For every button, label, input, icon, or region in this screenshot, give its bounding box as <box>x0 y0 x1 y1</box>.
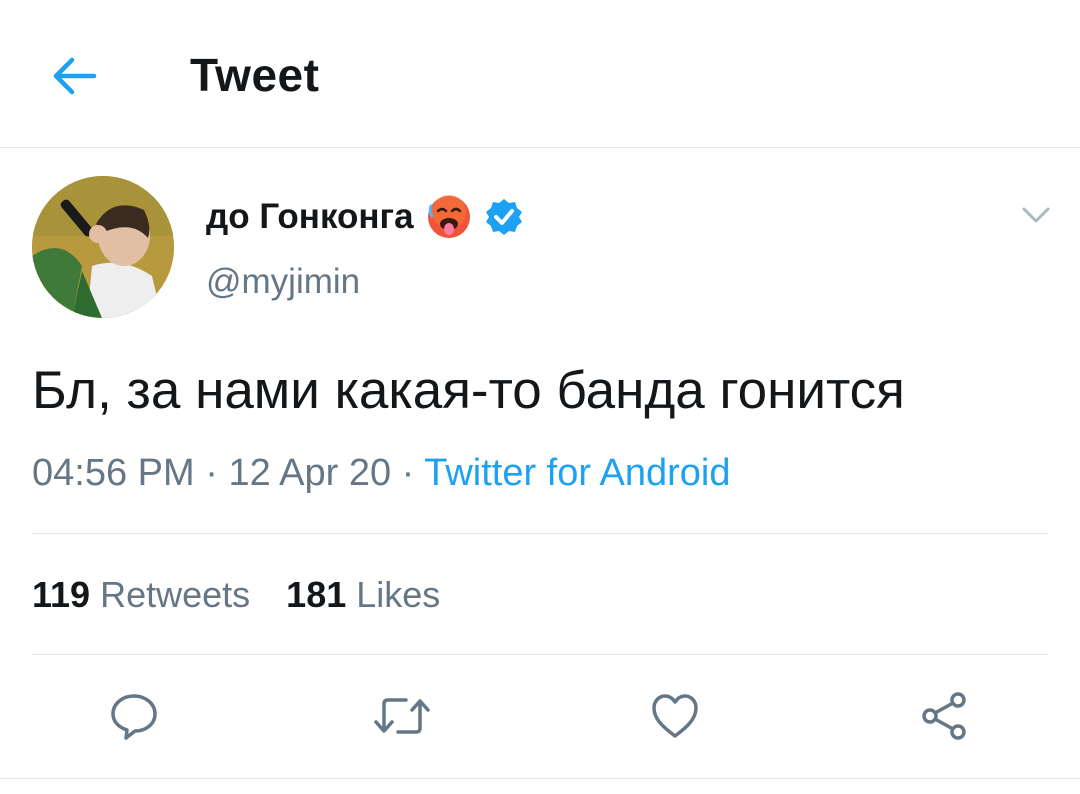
retweets-label: Retweets <box>100 574 251 615</box>
meta-separator: · <box>391 452 425 494</box>
likes-label: Likes <box>356 574 441 615</box>
tweet-text: Бл, за нами какая-то банда гонится <box>32 361 905 420</box>
divider <box>0 778 1080 779</box>
tweet-options-button[interactable] <box>1016 200 1056 230</box>
like-button[interactable] <box>645 686 705 746</box>
heart-icon <box>652 694 698 738</box>
meta-separator: · <box>194 452 229 494</box>
divider <box>32 654 1048 655</box>
likes-count: 181 <box>286 574 347 615</box>
tweet-time: 04:56 PM <box>32 452 195 494</box>
share-icon <box>922 692 966 740</box>
tweet-stats: 119 Retweets 181 Likes <box>32 574 440 616</box>
verified-badge-icon <box>485 199 522 235</box>
display-name-row: до Гонконга <box>206 192 524 242</box>
chevron-down-icon <box>1022 207 1050 223</box>
user-handle[interactable]: @myjimin <box>206 262 360 302</box>
arrow-left-icon <box>53 57 97 95</box>
retweets-count: 119 <box>32 574 91 615</box>
tweet-meta: 04:56 PM · 12 Apr 20 · Twitter for Andro… <box>32 452 730 495</box>
divider <box>32 533 1048 534</box>
avatar[interactable] <box>32 176 174 318</box>
avatar-image <box>32 176 174 318</box>
likes-stat[interactable]: 181 Likes <box>286 574 440 616</box>
back-button[interactable] <box>42 44 106 108</box>
reply-button[interactable] <box>104 686 164 746</box>
tweet-date: 12 Apr 20 <box>228 452 392 494</box>
retweet-button[interactable] <box>372 686 432 746</box>
hot-face-emoji <box>427 195 470 238</box>
retweets-stat[interactable]: 119 Retweets <box>32 574 250 616</box>
page-title: Tweet <box>190 49 320 101</box>
share-button[interactable] <box>914 686 974 746</box>
retweet-icon <box>374 698 430 734</box>
reply-icon <box>111 694 157 740</box>
tweet-source-link[interactable]: Twitter for Android <box>424 452 730 494</box>
top-bar: Tweet <box>0 0 1080 148</box>
tweet-page: Tweet до Гонконга @myjimin Бл, за нами к… <box>0 0 1080 794</box>
display-name[interactable]: до Гонконга <box>206 197 414 237</box>
